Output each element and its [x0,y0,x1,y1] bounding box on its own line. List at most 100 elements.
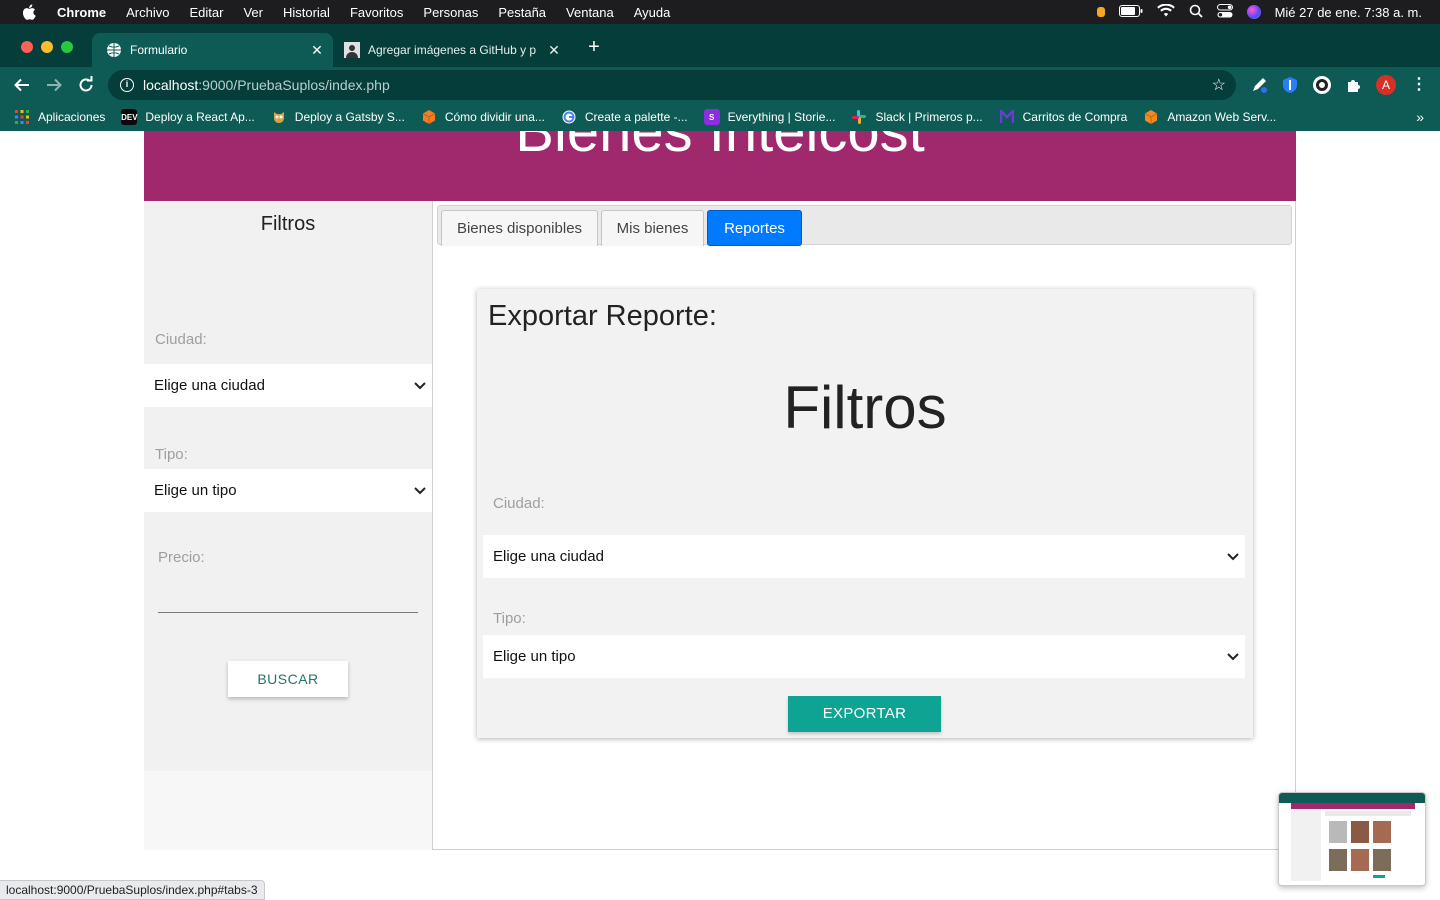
sidebar-title: Filtros [260,213,316,235]
tipo-select-value: Elige un tipo [154,482,237,499]
tabs-nav: Bienes disponibles Mis bienes Reportes [437,205,1292,246]
bookmark-label: Amazon Web Serv... [1167,110,1277,124]
menu-pestana[interactable]: Pestaña [498,5,546,20]
bookmark-carritos[interactable]: Carritos de Compra [999,109,1128,125]
menubar-status-area: Mié 27 de ene. 7:38 a. m. [1096,0,1422,24]
page-viewport: Bienes Intelcost Filtros Ciudad: Elige u… [0,131,1440,900]
menu-chrome[interactable]: Chrome [57,5,106,20]
chevron-down-icon [1227,550,1239,564]
main-panel: Bienes disponibles Mis bienes Reportes E… [432,201,1296,850]
menu-personas[interactable]: Personas [423,5,478,20]
menu-ventana[interactable]: Ventana [566,5,614,20]
filters-panel: Filtros Ciudad: Elige una ciudad Tipo: E… [144,201,432,771]
report-ciudad-label: Ciudad: [493,495,545,512]
forward-arrow-icon[interactable] [43,74,65,96]
report-ciudad-select[interactable]: Elige una ciudad [483,535,1245,578]
m-icon [999,109,1015,125]
reload-icon[interactable] [75,74,97,96]
spotlight-search-icon[interactable] [1189,4,1203,21]
tab-mis-bienes[interactable]: Mis bienes [601,210,704,246]
bookmark-label: Cómo dividir una... [444,110,545,124]
report-tipo-select-value: Elige un tipo [493,648,576,665]
address-bar[interactable]: i localhost:9000/PruebaSuplos/index.php … [108,70,1236,100]
google-icon [561,109,577,125]
close-window-icon[interactable] [21,41,33,53]
chevron-down-icon [414,379,426,393]
back-arrow-icon[interactable] [11,74,33,96]
tab-reportes[interactable]: Reportes [707,210,802,246]
shield-extension-icon[interactable] [1281,76,1299,94]
tab-title: Agregar imágenes a GitHub y p [368,43,537,57]
bookmarks-overflow-icon[interactable]: » [1416,109,1424,125]
exportar-button[interactable]: EXPORTAR [788,696,941,732]
bookmark-star-icon[interactable]: ☆ [1212,75,1226,95]
menu-archivo[interactable]: Archivo [126,5,169,20]
wifi-icon[interactable] [1156,3,1175,20]
macos-menu-bar: Chrome Archivo Editar Ver Historial Favo… [0,0,1440,24]
bookmark-everything-stories[interactable]: S Everything | Storie... [703,109,835,125]
site-info-icon[interactable]: i [120,78,134,92]
apple-logo-icon[interactable] [21,4,37,20]
bookmark-aws[interactable]: Amazon Web Serv... [1143,109,1276,125]
bookmark-label: Aplicaciones [38,110,106,124]
menu-favoritos[interactable]: Favoritos [350,5,403,20]
bookmark-deploy-gatsby[interactable]: Deploy a Gatsby S... [271,109,405,125]
zoom-window-icon[interactable] [61,41,73,53]
precio-label: Precio: [158,549,205,566]
close-tab-icon[interactable]: ✕ [309,42,325,59]
menu-historial[interactable]: Historial [283,5,330,20]
tipo-select[interactable]: Elige un tipo [144,469,432,512]
bookmark-slack[interactable]: Slack | Primeros p... [851,109,983,125]
profile-avatar[interactable]: A [1376,75,1396,95]
bookmark-label: Deploy a Gatsby S... [294,110,405,124]
ciudad-select-value: Elige una ciudad [154,377,265,394]
globe-icon [106,42,122,58]
bookmark-label: Deploy a React Ap... [145,110,255,124]
menu-editar[interactable]: Editar [189,5,223,20]
owl-icon [271,109,287,125]
bookmark-aplicaciones[interactable]: Aplicaciones [14,109,105,125]
report-title: Exportar Reporte: [488,300,717,332]
bookmark-label: Carritos de Compra [1022,110,1128,124]
report-ciudad-select-value: Elige una ciudad [493,548,604,565]
notification-dot-icon[interactable] [1096,7,1105,17]
bookmark-deploy-react[interactable]: DEV Deploy a React Ap... [121,109,255,125]
bookmarks-bar: Aplicaciones DEV Deploy a React Ap... De… [0,103,1440,131]
storybook-icon: S [703,109,720,125]
aws-cube-icon [1143,109,1159,125]
tab-bienes-disponibles[interactable]: Bienes disponibles [441,210,598,246]
browser-tab-github[interactable]: Agregar imágenes a GitHub y p ✕ [334,33,570,67]
ciudad-label: Ciudad: [155,331,207,348]
screenshot-thumbnail-preview[interactable] [1278,792,1426,886]
menu-ver[interactable]: Ver [243,5,263,20]
url-path: :9000/PruebaSuplos/index.php [198,77,390,93]
chrome-menu-kebab-icon[interactable]: ⋮ [1410,76,1428,94]
puzzle-extensions-icon[interactable] [1345,76,1363,94]
control-center-icon[interactable] [1216,3,1233,21]
buscar-button[interactable]: BUSCAR [228,661,348,697]
minimize-window-icon[interactable] [41,41,53,53]
filters-sidebar: Filtros Ciudad: Elige una ciudad Tipo: E… [144,201,432,850]
new-tab-plus-icon[interactable]: + [584,36,604,59]
slack-icon [851,109,867,125]
url-host: localhost [143,77,199,93]
chrome-toolbar: i localhost:9000/PruebaSuplos/index.php … [0,67,1440,103]
close-tab-icon[interactable]: ✕ [546,42,562,59]
user-avatar-favicon-icon [344,42,360,58]
bookmark-como-dividir[interactable]: Cómo dividir una... [421,109,545,125]
chevron-down-icon [1227,650,1239,664]
link-status-bubble: localhost:9000/PruebaSuplos/index.php#ta… [0,880,265,900]
menu-ayuda[interactable]: Ayuda [634,5,671,20]
siri-icon[interactable] [1246,5,1261,19]
browser-tab-formulario[interactable]: Formulario ✕ [92,33,333,67]
pen-extension-icon[interactable] [1250,76,1268,94]
battery-icon[interactable] [1118,4,1143,20]
precio-range-input[interactable] [158,612,418,613]
circle-extension-icon[interactable] [1313,76,1331,94]
bookmark-label: Create a palette -... [584,110,688,124]
report-tipo-select[interactable]: Elige un tipo [483,635,1245,678]
ciudad-select[interactable]: Elige una ciudad [144,364,432,407]
menubar-datetime[interactable]: Mié 27 de ene. 7:38 a. m. [1275,5,1422,20]
bookmark-create-palette[interactable]: Create a palette -... [561,109,688,125]
chevron-down-icon [414,484,426,498]
